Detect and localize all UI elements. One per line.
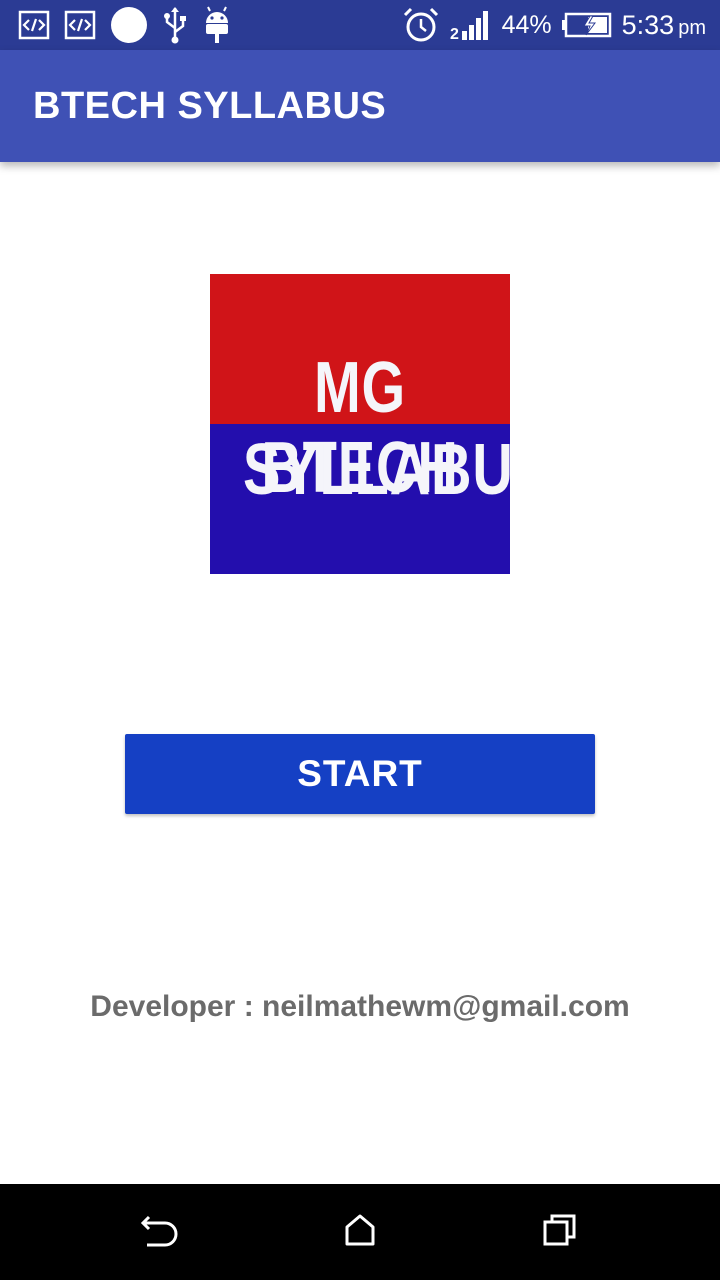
back-button[interactable] [136,1208,184,1256]
status-bar-notifications [18,6,232,44]
circle-icon [110,6,148,44]
usb-icon [162,6,188,44]
clock: 5:33 pm [622,10,706,41]
developer-credit: Developer : neilmathewm@gmail.com [90,990,630,1023]
battery-charging-icon [561,12,612,38]
recents-button[interactable] [536,1208,584,1256]
code-icon [64,10,96,40]
navigation-bar [0,1184,720,1280]
home-icon [343,1213,377,1252]
app-title: BTECH SYLLABUS [33,85,387,127]
clock-time: 5:33 [621,9,675,40]
signal-icon: 2 [450,9,492,41]
back-icon [140,1213,179,1252]
app-logo: MG BTECH SYLLABUS [210,274,510,574]
status-bar: 2 44% 5:33 pm [0,0,720,50]
recents-icon [543,1213,577,1252]
logo-text-line2: SYLLABUS [243,430,510,510]
android-icon [202,6,232,44]
battery-percent: 44% [501,10,552,39]
code-icon [18,10,50,40]
svg-text:2: 2 [450,26,459,41]
alarm-icon [402,6,440,44]
start-button[interactable]: START [125,734,595,814]
app-bar: BTECH SYLLABUS [0,50,720,162]
clock-ampm: pm [678,16,706,39]
home-button[interactable] [336,1208,384,1256]
status-bar-system: 2 44% 5:33 pm [402,6,706,44]
